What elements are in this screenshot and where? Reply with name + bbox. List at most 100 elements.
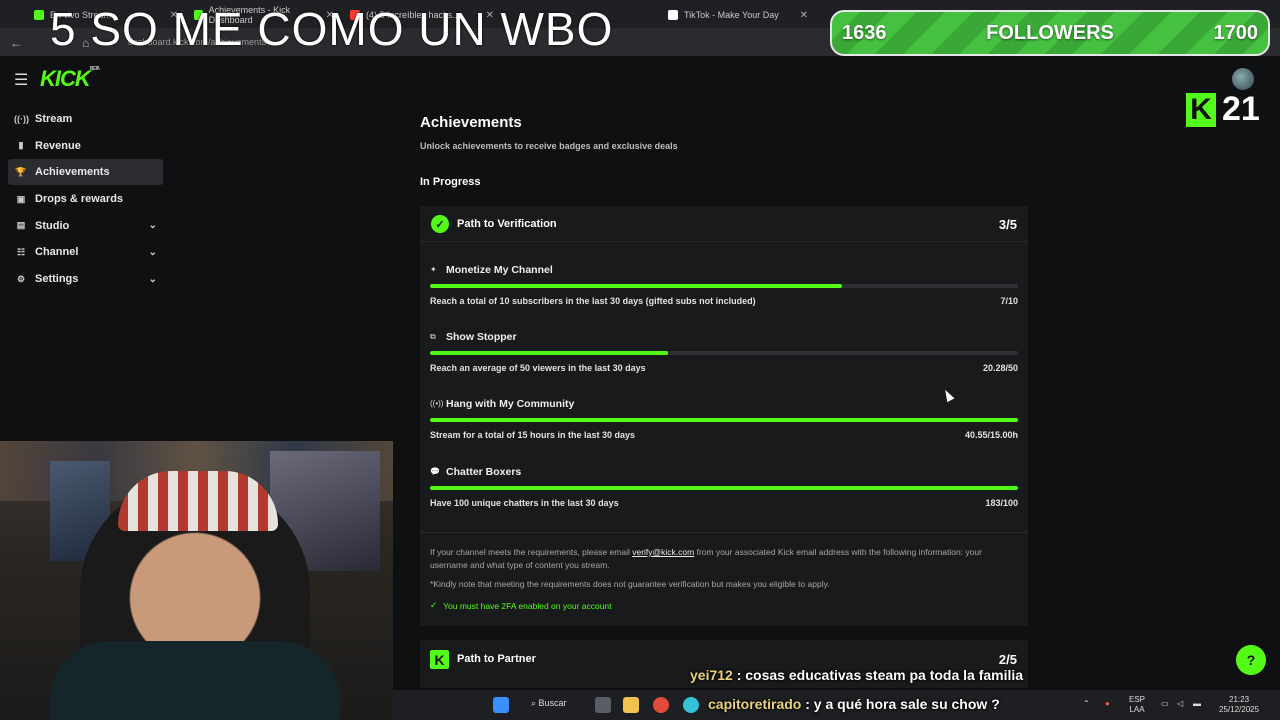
beta-tag: BETA	[89, 66, 100, 72]
sidebar-item-label: Studio	[35, 219, 70, 232]
language-indicator[interactable]: ESP LAA	[1129, 695, 1145, 715]
verify-email-link[interactable]: verify@kick.com	[632, 547, 694, 557]
sidebar-item-label: Settings	[35, 273, 79, 286]
sidebar-item-revenue[interactable]: ▮ Revenue	[8, 133, 163, 159]
stage-icon: ⧉	[430, 332, 436, 341]
sidebar-item-settings[interactable]: ⚙ Settings ⌄	[8, 266, 163, 292]
achievement-item: ✦ Monetize My Channel Reach a total of 1…	[430, 264, 1018, 324]
avatar[interactable]	[1232, 68, 1254, 90]
kick-follower-counter: K 21	[1186, 90, 1260, 129]
chat-bubble-icon: 💬	[430, 467, 440, 476]
chat-username: yei712	[690, 667, 733, 683]
menu-icon[interactable]: ☰	[14, 70, 28, 90]
webcam-feed	[0, 441, 393, 720]
close-icon[interactable]: ✕	[800, 10, 808, 21]
achievement-description: Reach an average of 50 viewers in the la…	[430, 363, 646, 373]
chart-icon: ▮	[18, 140, 24, 151]
requirement-text: You must have 2FA enabled on your accoun…	[443, 600, 612, 611]
network-icon[interactable]: ▭	[1161, 699, 1169, 709]
progress-fill	[430, 486, 1018, 490]
sidebar-item-drops[interactable]: ▣ Drops & rewards	[8, 186, 163, 212]
progress-fill	[430, 284, 842, 288]
followers-label: FOLLOWERS	[986, 21, 1114, 44]
chevron-down-icon[interactable]: ⌄	[149, 247, 157, 258]
task-view-icon[interactable]	[595, 697, 611, 713]
progress-track	[430, 486, 1018, 490]
card-count: 2/5	[998, 652, 1017, 667]
broadcast-icon: ((•))	[430, 399, 444, 408]
card-count: 3/5	[998, 217, 1017, 232]
chat-message: yei712 : cosas educativas steam pa toda …	[690, 667, 1023, 683]
achievement-description: Have 100 unique chatters in the last 30 …	[430, 498, 619, 508]
sidebar-item-achievements[interactable]: 🏆 Achievements	[8, 159, 163, 186]
achievement-name: Monetize My Channel	[446, 264, 553, 276]
achievement-item: ⧉ Show Stopper Reach an average of 50 vi…	[430, 331, 1018, 391]
chevron-down-icon[interactable]: ⌄	[149, 274, 157, 285]
tab-label: TikTok - Make Your Day	[684, 10, 779, 20]
kick-favicon-icon	[34, 10, 44, 20]
progress-track	[430, 284, 1018, 288]
achievement-description: Reach a total of 10 subscribers in the l…	[430, 296, 756, 306]
followers-current: 1636	[842, 21, 887, 44]
help-chat-button[interactable]: ?	[1236, 645, 1266, 675]
gear-icon: ⚙	[16, 273, 26, 284]
section-title: In Progress	[420, 176, 481, 188]
kick-logo-icon: K	[430, 650, 449, 669]
microphone-icon[interactable]: ●	[1105, 699, 1110, 709]
chat-username: capitoretirado	[708, 696, 802, 712]
lang-primary: ESP	[1129, 695, 1146, 704]
clock[interactable]: 21:23 25/12/2025	[1219, 695, 1259, 715]
achievement-name: Hang with My Community	[446, 398, 575, 410]
sidebar-item-label: Stream	[35, 113, 73, 125]
achievement-description: Stream for a total of 15 hours in the la…	[430, 430, 636, 440]
divider	[420, 532, 1028, 533]
verification-card: ✓ Path to Verification 3/5 ✦ Monetize My…	[420, 206, 1028, 626]
verification-note: If your channel meets the requirements, …	[430, 546, 1020, 572]
verification-disclaimer: *Kindly note that meeting the requiremen…	[430, 579, 830, 589]
verified-badge-icon: ✓	[431, 215, 449, 233]
lang-secondary: LAA	[1129, 705, 1145, 714]
kick-logo-icon: K	[1186, 92, 1216, 127]
achievement-item: ((•)) Hang with My Community Stream for …	[430, 398, 1018, 458]
volume-icon[interactable]: ◁	[1177, 699, 1183, 709]
chrome-icon[interactable]	[653, 697, 669, 713]
browser-tab[interactable]: TikTok - Make Your Day ✕	[660, 4, 816, 26]
progress-fill	[430, 351, 669, 355]
card-title: Path to Partner	[457, 653, 536, 665]
sparkle-icon: ✦	[430, 265, 437, 274]
sidebar-item-label: Achievements	[35, 166, 110, 179]
battery-icon[interactable]: ▬	[1193, 699, 1201, 709]
sidebar-item-stream[interactable]: ((·)) Stream	[8, 106, 163, 132]
followers-goal-bar: 1636 FOLLOWERS 1700	[830, 10, 1270, 56]
note-text: If your channel meets the requirements, …	[430, 547, 633, 557]
checkmark-icon: ✓	[430, 600, 438, 610]
time: 21:23	[1229, 695, 1250, 704]
kick-logo[interactable]: KICKBETA	[40, 66, 100, 92]
sidebar-item-studio[interactable]: ▤ Studio ⌄	[8, 213, 163, 239]
sidebar-item-channel[interactable]: ☷ Channel ⌄	[8, 239, 163, 265]
chat-message: capitoretirado : y a qué hora sale su ch…	[708, 696, 1000, 712]
achievement-progress: 40.55/15.00h	[964, 430, 1018, 440]
page-subtitle: Unlock achievements to receive badges an…	[420, 141, 678, 151]
card-header[interactable]: ✓ Path to Verification 3/5	[420, 206, 1028, 242]
gift-icon: ▣	[16, 193, 26, 204]
card-title: Path to Verification	[457, 218, 557, 230]
progress-track	[430, 351, 1018, 355]
stream-title-overlay: 5 SO ME COMO UN WBO	[50, 3, 614, 55]
sidebar-nav: ((·)) Stream ▮ Revenue 🏆 Achievements ▣ …	[8, 106, 163, 293]
chevron-down-icon[interactable]: ⌄	[149, 220, 157, 231]
windows-start-icon[interactable]	[493, 697, 509, 713]
achievement-name: Chatter Boxers	[446, 466, 522, 478]
file-explorer-icon[interactable]	[623, 697, 639, 713]
achievement-progress: 20.28/50	[982, 363, 1018, 373]
progress-fill	[430, 418, 1018, 422]
tray-chevron-icon[interactable]: ⌃	[1083, 699, 1090, 709]
back-arrow-icon[interactable]: ←	[10, 36, 22, 50]
chat-text: : y a qué hora sale su chow ?	[801, 696, 1000, 712]
users-icon: ☷	[16, 246, 26, 257]
taskbar-search[interactable]: ⌕ Buscar	[531, 698, 567, 709]
achievement-progress: 183/100	[985, 498, 1018, 508]
achievement-progress: 7/10	[1000, 296, 1018, 306]
streamer-shirt	[50, 641, 340, 720]
app-icon[interactable]	[683, 697, 699, 713]
